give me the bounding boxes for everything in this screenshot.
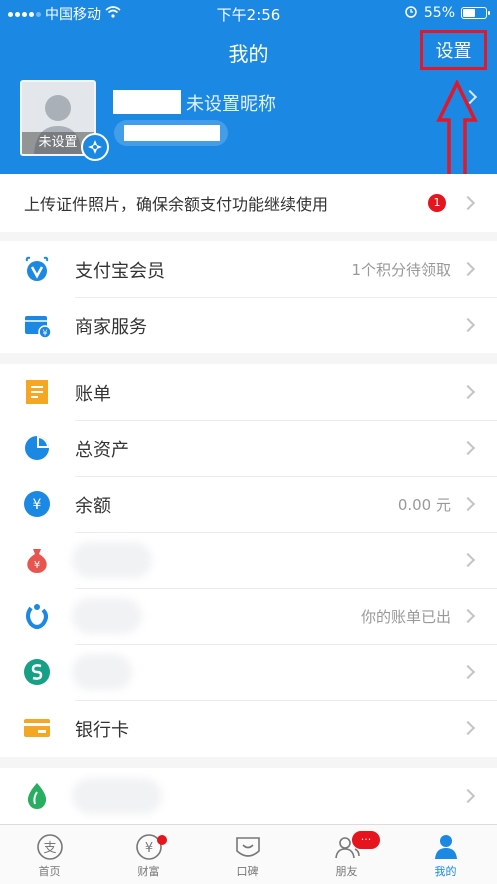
chevron-right-icon	[460, 384, 476, 400]
svg-text:¥: ¥	[34, 560, 40, 571]
redacted-label	[72, 778, 162, 814]
settings-button[interactable]: 设置	[420, 30, 487, 70]
extra-group	[0, 768, 497, 824]
item-label: 银行卡	[75, 720, 129, 741]
tab-friends[interactable]: ··· 朋友	[297, 825, 396, 884]
tab-label: 口碑	[236, 865, 259, 878]
membership-group: 支付宝会员 1个积分待领取 ¥ 商家服务	[0, 241, 497, 353]
chevron-right-icon	[460, 440, 476, 456]
koubei-icon	[236, 837, 260, 857]
chevron-right-icon	[460, 788, 476, 804]
bill-icon	[26, 380, 48, 404]
verify-badge-icon	[81, 133, 109, 161]
bank-card-icon	[24, 719, 50, 737]
svg-text:¥: ¥	[145, 841, 153, 856]
item-label: 余额	[75, 496, 111, 517]
wealth-dot-badge	[157, 835, 167, 845]
huabei-icon	[26, 604, 48, 629]
bottom-tab-bar: 支 首页 ¥ 财富 口碑 ··· 朋友 我的	[0, 824, 497, 884]
list-item-blurred-1[interactable]: ¥	[0, 532, 497, 588]
redacted-name	[113, 90, 181, 114]
svg-text:¥: ¥	[42, 329, 47, 338]
assets-group: 账单 总资产 ¥ 余额 0.00 元 ¥ 你的账单已出 银行卡	[0, 364, 497, 757]
item-label: 账单	[75, 384, 111, 405]
home-icon: 支	[37, 834, 63, 860]
battery-percent: 55%	[423, 5, 455, 21]
id-upload-notice[interactable]: 上传证件照片，确保余额支付功能继续使用 1	[0, 174, 497, 232]
status-bar: 中国移动 下午2:56 55%	[0, 0, 497, 26]
money-bag-icon: ¥	[27, 549, 47, 573]
svg-text:支: 支	[43, 841, 56, 856]
redacted-label	[72, 654, 132, 690]
tab-wealth[interactable]: ¥ 财富	[99, 825, 198, 884]
list-item-bank-card[interactable]: 银行卡	[0, 700, 497, 756]
yuan-icon: ¥	[24, 491, 50, 517]
tab-koubei[interactable]: 口碑	[198, 825, 297, 884]
member-icon	[25, 256, 49, 281]
chevron-right-icon	[460, 195, 476, 211]
list-item-blurred-3[interactable]	[0, 644, 497, 700]
profile-icon	[435, 835, 457, 859]
chevron-right-icon	[460, 720, 476, 736]
chevron-right-icon	[460, 664, 476, 680]
item-label: 总资产	[75, 440, 129, 461]
list-item-blurred-2[interactable]: 你的账单已出	[0, 588, 497, 644]
chevron-right-icon	[460, 608, 476, 624]
green-drop-icon	[27, 783, 47, 809]
assets-pie-icon	[25, 436, 49, 460]
item-value: 0.00 元	[397, 496, 451, 514]
item-value: 你的账单已出	[360, 608, 451, 626]
list-item-member[interactable]: 支付宝会员 1个积分待领取	[0, 241, 497, 297]
chevron-right-icon	[460, 552, 476, 568]
redacted-label	[72, 598, 142, 634]
redacted-label	[72, 542, 152, 578]
tab-label: 首页	[38, 865, 61, 878]
item-value: 1个积分待领取	[351, 261, 451, 279]
chevron-right-icon	[460, 317, 476, 333]
list-item-merchant[interactable]: ¥ 商家服务	[0, 297, 497, 353]
nickname-text[interactable]: 未设置昵称	[186, 90, 276, 116]
tab-profile[interactable]: 我的	[396, 825, 495, 884]
tab-label: 我的	[434, 865, 457, 878]
merchant-icon: ¥	[25, 316, 51, 339]
item-label: 支付宝会员	[75, 261, 165, 282]
tab-label: 财富	[137, 865, 160, 878]
tab-label: 朋友	[335, 865, 358, 878]
notice-text: 上传证件照片，确保余额支付功能继续使用	[24, 195, 329, 214]
alarm-icon	[404, 4, 418, 22]
profile-header: 我的 设置 未设置 未设置昵称	[0, 26, 497, 183]
list-item-bill[interactable]: 账单	[0, 364, 497, 420]
tab-home[interactable]: 支 首页	[0, 825, 99, 884]
item-label: 商家服务	[75, 317, 147, 338]
notice-badge: 1	[428, 194, 446, 212]
svg-text:¥: ¥	[33, 497, 42, 513]
account-pill[interactable]	[114, 120, 228, 146]
chevron-right-icon	[460, 496, 476, 512]
list-item-blurred-4[interactable]	[0, 768, 497, 824]
battery-icon	[461, 7, 490, 19]
list-item-total-assets[interactable]: 总资产	[0, 420, 497, 476]
chevron-right-icon	[460, 261, 476, 277]
list-item-balance[interactable]: ¥ 余额 0.00 元	[0, 476, 497, 532]
friends-message-badge: ···	[352, 831, 380, 849]
green-s-icon	[24, 659, 50, 685]
